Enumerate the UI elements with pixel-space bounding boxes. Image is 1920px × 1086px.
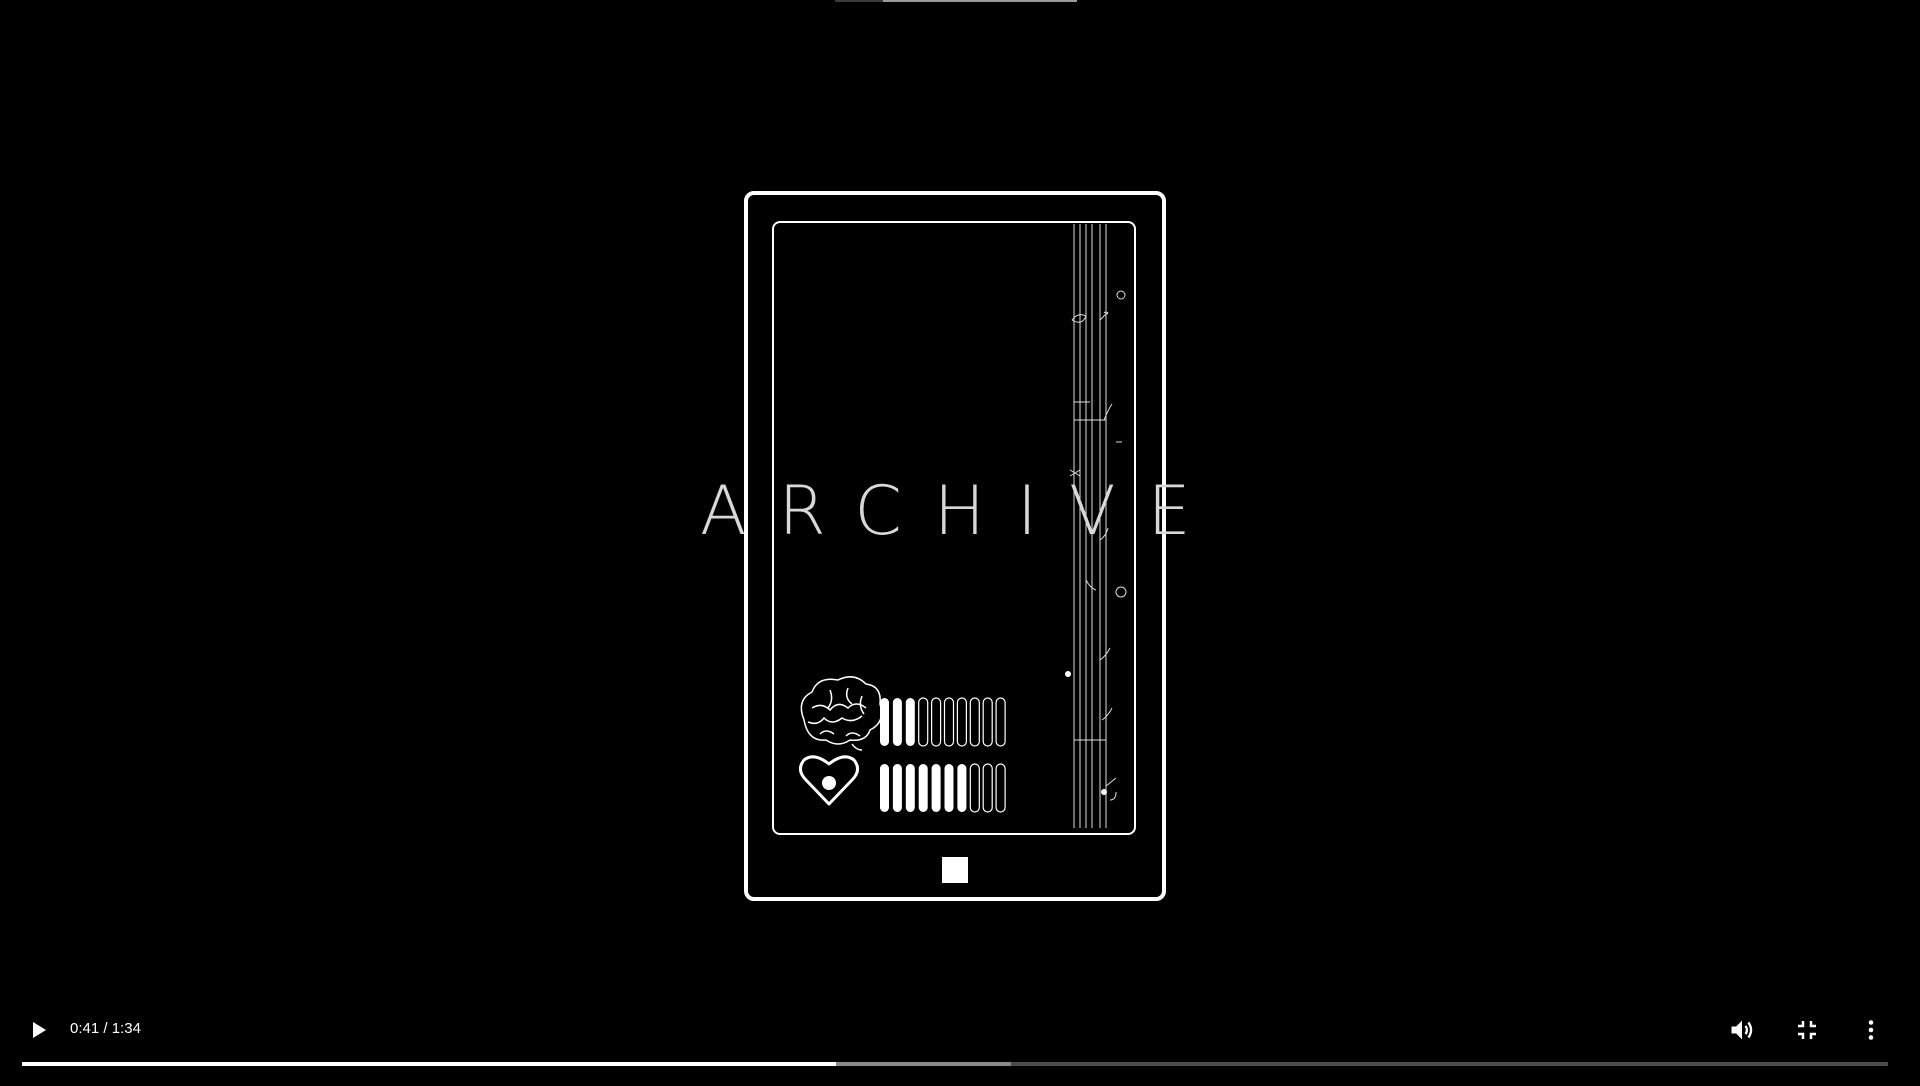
exit-fullscreen-button[interactable]	[1787, 1010, 1827, 1050]
player-controls: 0:41 / 1:34	[0, 1000, 1920, 1086]
brain-meter-segment	[880, 698, 889, 746]
heart-meter	[880, 763, 1006, 813]
brain-meter-segment	[956, 697, 968, 747]
exit-fullscreen-icon	[1798, 1021, 1816, 1039]
more-options-button[interactable]	[1851, 1010, 1891, 1050]
heart-meter-segment	[892, 764, 902, 812]
archive-title: ARCHIVE	[700, 472, 1223, 551]
brain-meter-segment	[969, 697, 980, 747]
current-time: 0:41	[70, 1020, 100, 1037]
heart-meter-segment	[957, 764, 967, 812]
heart-meter-segment	[905, 764, 915, 812]
heart-meter-segment	[944, 764, 954, 812]
heart-meter-segment	[931, 764, 941, 812]
brain-icon	[800, 676, 883, 751]
heart-meter-segment	[995, 763, 1006, 813]
progress-played	[22, 1062, 836, 1066]
brain-meter-segment	[930, 697, 942, 747]
tablet-home-button	[942, 857, 968, 883]
heart-icon	[799, 755, 859, 806]
brain-meter-segment	[995, 697, 1006, 747]
strip-dot	[1101, 789, 1107, 795]
heart-meter-segment	[918, 764, 928, 812]
brain-meter	[880, 697, 1006, 747]
video-frame[interactable]: ARCHIVE 0:41 / 1:34	[0, 0, 1920, 1086]
time-separator: /	[103, 1020, 108, 1037]
brain-meter-segment	[918, 697, 929, 747]
heart-meter-segment	[880, 764, 889, 812]
heart-meter-segment	[982, 763, 993, 813]
more-vertical-icon	[1868, 1020, 1874, 1040]
volume-high-icon	[1731, 1020, 1753, 1040]
brain-meter-segment	[943, 697, 955, 747]
volume-button[interactable]	[1722, 1010, 1762, 1050]
strip-dot	[1065, 671, 1071, 677]
time-display: 0:41 / 1:34	[70, 1020, 141, 1037]
progress-bar[interactable]	[22, 1062, 1888, 1066]
play-button[interactable]	[18, 1010, 58, 1050]
brain-meter-segment	[982, 697, 993, 747]
play-icon	[33, 1022, 46, 1038]
brain-meter-segment	[892, 698, 902, 746]
duration: 1:34	[111, 1020, 141, 1037]
brain-meter-segment	[905, 698, 915, 746]
heart-meter-segment	[969, 763, 980, 813]
